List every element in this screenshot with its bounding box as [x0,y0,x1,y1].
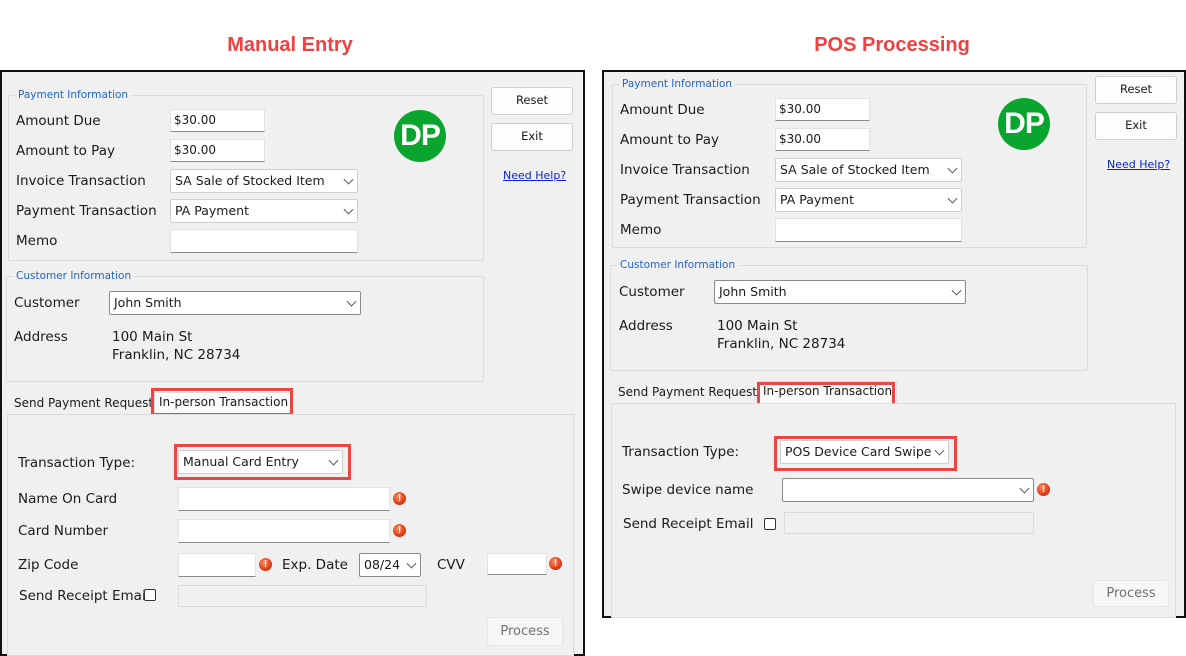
manual-entry-caption: Manual Entry [227,34,353,56]
zip-code-label: Zip Code [18,557,79,573]
invoice-transaction-select[interactable]: SA Sale of Stocked Item [775,158,962,182]
pos-processing-caption: POS Processing [814,34,970,56]
invoice-transaction-value: SA Sale of Stocked Item [780,162,930,177]
send-receipt-email-checkbox[interactable] [764,518,776,530]
amount-due-label: Amount Due [16,113,101,129]
dp-logo: DP [998,98,1050,150]
payment-transaction-select[interactable]: PA Payment [775,188,962,212]
exp-date-select[interactable]: 08/24 [359,553,421,577]
transaction-type-select[interactable]: Manual Card Entry [178,450,343,474]
tab-send-payment-request[interactable]: Send Payment Request [10,394,157,412]
error-icon: ! [393,492,406,505]
pos-processing-window: Payment Information Amount Due $30.00 Am… [602,70,1186,618]
memo-field[interactable] [775,218,962,242]
cvv-field[interactable] [487,553,547,575]
customer-label: Customer [14,295,80,311]
customer-value: John Smith [719,284,787,299]
amount-to-pay-label: Amount to Pay [16,143,115,159]
transaction-type-select[interactable]: POS Device Card Swipe [780,440,949,464]
send-receipt-email-label: Send Receipt Email [623,516,754,532]
chevron-down-icon [328,455,339,466]
customer-information-title: Customer Information [617,258,739,272]
send-receipt-email-label: Send Receipt Email [19,588,150,604]
cvv-label: CVV [437,557,465,573]
amount-to-pay-field[interactable]: $30.00 [775,128,870,151]
error-icon: ! [1037,483,1050,496]
address-line1: 100 Main St [717,318,798,334]
transaction-type-label: Transaction Type: [622,444,740,460]
exp-date-value: 08/24 [364,557,401,572]
exit-button[interactable]: Exit [1095,112,1177,140]
need-help-link[interactable]: Need Help? [503,169,566,182]
customer-select[interactable]: John Smith [714,280,966,304]
payment-information-title: Payment Information [15,88,132,102]
address-label: Address [619,318,673,334]
error-icon: ! [259,558,272,571]
transaction-type-value: Manual Card Entry [183,454,299,469]
memo-label: Memo [620,222,662,238]
transaction-type-label: Transaction Type: [18,455,136,471]
payment-transaction-value: PA Payment [175,203,249,218]
name-on-card-field[interactable] [178,487,390,511]
reset-button[interactable]: Reset [1095,76,1177,104]
customer-information-title: Customer Information [13,269,135,283]
chevron-down-icon [1019,483,1030,494]
address-label: Address [14,329,68,345]
zip-code-field[interactable] [178,553,256,577]
payment-transaction-value: PA Payment [780,192,854,207]
chevron-down-icon [947,163,958,174]
tab-highlight-box [151,388,293,416]
need-help-link[interactable]: Need Help? [1107,158,1170,171]
payment-transaction-label: Payment Transaction [620,192,761,208]
customer-select[interactable]: John Smith [109,291,361,315]
address-line2: Franklin, NC 28734 [112,347,241,363]
process-button[interactable]: Process [1093,580,1169,607]
chevron-down-icon [406,558,417,569]
swipe-device-select[interactable] [782,478,1034,502]
chevron-down-icon [346,296,357,307]
manual-entry-window: Payment Information Amount Due $30.00 Am… [0,70,585,656]
chevron-down-icon [951,285,962,296]
exit-button[interactable]: Exit [491,123,573,151]
invoice-transaction-value: SA Sale of Stocked Item [175,173,325,188]
reset-button[interactable]: Reset [491,87,573,115]
payment-transaction-select[interactable]: PA Payment [170,199,358,223]
amount-due-field[interactable]: $30.00 [170,109,265,132]
swipe-device-name-label: Swipe device name [622,482,754,498]
chevron-down-icon [343,174,354,185]
memo-label: Memo [16,233,58,249]
customer-value: John Smith [114,295,182,310]
error-icon: ! [393,524,406,537]
customer-label: Customer [619,284,685,300]
process-button[interactable]: Process [487,617,563,646]
memo-field[interactable] [170,229,358,253]
name-on-card-label: Name On Card [18,491,118,507]
receipt-email-field[interactable] [784,512,1034,534]
tab-send-payment-request[interactable]: Send Payment Request [614,383,761,401]
exp-date-label: Exp. Date [282,557,348,573]
invoice-transaction-label: Invoice Transaction [16,173,146,189]
chevron-down-icon [934,445,945,456]
card-number-field[interactable] [178,519,390,543]
chevron-down-icon [343,204,354,215]
transaction-type-value: POS Device Card Swipe [785,444,932,459]
payment-transaction-label: Payment Transaction [16,203,157,219]
address-line1: 100 Main St [112,329,193,345]
payment-information-title: Payment Information [619,77,736,91]
address-line2: Franklin, NC 28734 [717,336,846,352]
receipt-email-field[interactable] [178,585,427,607]
send-receipt-email-checkbox[interactable] [144,589,156,601]
invoice-transaction-select[interactable]: SA Sale of Stocked Item [170,169,358,193]
error-icon: ! [549,557,562,570]
amount-to-pay-label: Amount to Pay [620,132,719,148]
dp-logo: DP [394,110,446,162]
card-number-label: Card Number [18,523,109,539]
invoice-transaction-label: Invoice Transaction [620,162,750,178]
amount-due-label: Amount Due [620,102,705,118]
amount-to-pay-field[interactable]: $30.00 [170,139,265,162]
chevron-down-icon [947,193,958,204]
amount-due-field[interactable]: $30.00 [775,98,870,121]
